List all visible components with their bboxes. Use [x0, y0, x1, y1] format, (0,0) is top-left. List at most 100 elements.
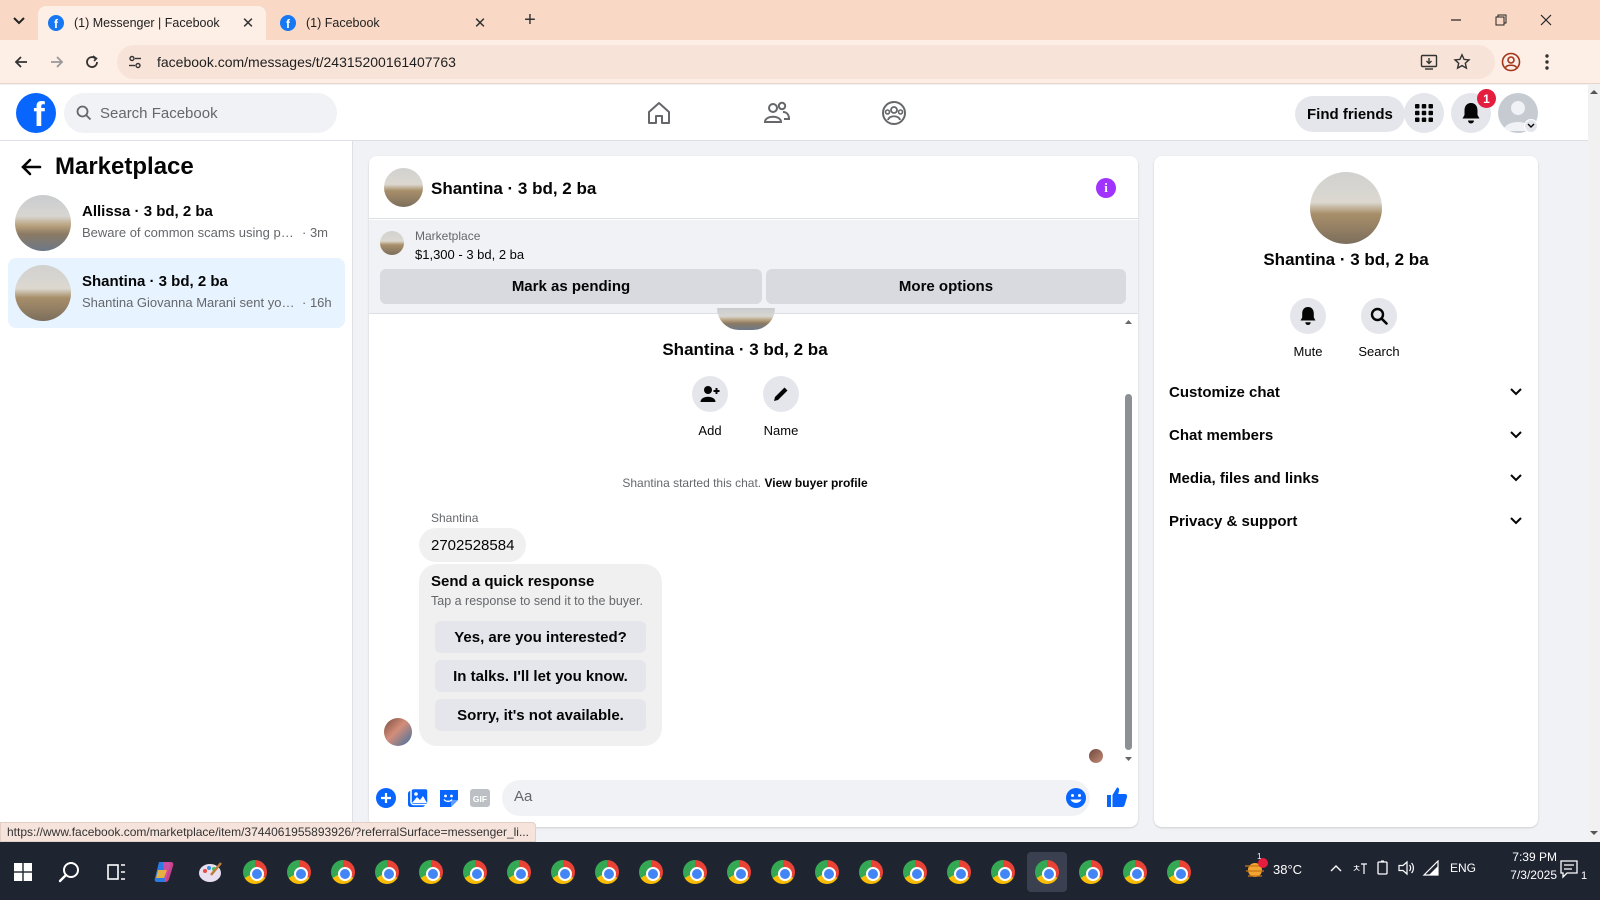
- bookmark-star-icon[interactable]: [1453, 53, 1471, 71]
- info-icon[interactable]: i: [1096, 178, 1116, 198]
- thumbs-up-icon[interactable]: [1105, 785, 1129, 809]
- chrome-taskbar-icon[interactable]: [279, 852, 319, 892]
- chrome-taskbar-icon[interactable]: [719, 852, 759, 892]
- listing-thumbnail[interactable]: [380, 231, 404, 255]
- chat-title[interactable]: Shantina · 3 bd, 2 ba: [431, 179, 596, 199]
- quick-response-option[interactable]: Yes, are you interested?: [435, 621, 646, 653]
- browser-tab-facebook[interactable]: f (1) Facebook ✕: [270, 6, 498, 40]
- photo-icon[interactable]: [407, 787, 429, 809]
- sender-avatar[interactable]: [384, 718, 412, 746]
- url-text[interactable]: facebook.com/messages/t/2431520016140776…: [157, 54, 456, 70]
- install-app-icon[interactable]: [1420, 53, 1438, 71]
- chrome-taskbar-icon[interactable]: [1115, 852, 1155, 892]
- reload-button[interactable]: [80, 50, 104, 74]
- friends-nav-icon[interactable]: [761, 97, 793, 129]
- address-bar[interactable]: facebook.com/messages/t/2431520016140776…: [117, 45, 1495, 79]
- close-tab-icon[interactable]: ✕: [472, 14, 488, 32]
- gif-icon[interactable]: GIF: [469, 787, 491, 809]
- tray-chevron-up-icon[interactable]: [1330, 864, 1342, 872]
- back-button[interactable]: [9, 50, 33, 74]
- home-nav-icon[interactable]: [643, 97, 675, 129]
- chrome-taskbar-icon[interactable]: [543, 852, 583, 892]
- chrome-taskbar-icon[interactable]: [807, 852, 847, 892]
- facebook-search-box[interactable]: [64, 93, 337, 133]
- chrome-taskbar-icon[interactable]: [455, 852, 495, 892]
- chrome-taskbar-icon[interactable]: [983, 852, 1023, 892]
- wifi-icon[interactable]: [1422, 860, 1440, 876]
- battery-icon[interactable]: [1375, 860, 1391, 876]
- find-friends-button[interactable]: Find friends: [1295, 96, 1405, 132]
- temperature-text[interactable]: 38°C: [1273, 862, 1302, 877]
- clock-time[interactable]: 7:39 PM: [1507, 850, 1557, 864]
- input-method-icon[interactable]: ㅊ: [1352, 860, 1368, 876]
- conversation-item[interactable]: Allissa · 3 bd, 2 ba Beware of common sc…: [8, 188, 345, 258]
- menu-grid-button[interactable]: [1404, 93, 1444, 133]
- privacy-support-section[interactable]: Privacy & support: [1162, 501, 1530, 541]
- more-options-button[interactable]: More options: [766, 269, 1126, 304]
- view-buyer-profile-link[interactable]: View buyer profile: [764, 476, 867, 490]
- taskbar-search-button[interactable]: [50, 852, 90, 892]
- search-conversation-button[interactable]: Search: [1349, 298, 1409, 359]
- weather-icon[interactable]: [1244, 858, 1268, 880]
- chrome-taskbar-icon[interactable]: [631, 852, 671, 892]
- facebook-logo[interactable]: f: [16, 93, 56, 133]
- volume-icon[interactable]: [1398, 860, 1416, 876]
- sticker-icon[interactable]: [438, 787, 460, 809]
- groups-nav-icon[interactable]: [878, 97, 910, 129]
- chrome-taskbar-icon[interactable]: [367, 852, 407, 892]
- language-indicator[interactable]: ENG: [1450, 861, 1476, 875]
- chrome-taskbar-icon[interactable]: [1071, 852, 1111, 892]
- mute-button[interactable]: Mute: [1278, 298, 1338, 359]
- message-input-wrapper[interactable]: [502, 780, 1090, 816]
- quick-response-option[interactable]: In talks. I'll let you know.: [435, 660, 646, 692]
- account-chevron[interactable]: [1524, 119, 1538, 133]
- minimize-button[interactable]: [1441, 8, 1471, 32]
- browser-menu-icon[interactable]: [1540, 52, 1554, 72]
- quick-response-option[interactable]: Sorry, it's not available.: [435, 699, 646, 731]
- emoji-icon[interactable]: [1065, 787, 1087, 809]
- notification-center-icon[interactable]: [1560, 860, 1582, 880]
- customize-chat-section[interactable]: Customize chat: [1162, 372, 1530, 412]
- chat-members-section[interactable]: Chat members: [1162, 415, 1530, 455]
- chrome-taskbar-icon[interactable]: [939, 852, 979, 892]
- chrome-taskbar-icon[interactable]: [1159, 852, 1199, 892]
- paint-app-button[interactable]: [190, 852, 230, 892]
- close-window-button[interactable]: [1531, 8, 1561, 32]
- chrome-taskbar-icon[interactable]: [235, 852, 275, 892]
- chrome-taskbar-icon[interactable]: [763, 852, 803, 892]
- listing-title[interactable]: $1,300 - 3 bd, 2 ba: [415, 247, 524, 262]
- site-info-icon[interactable]: [127, 54, 143, 70]
- tab-search-button[interactable]: [8, 10, 30, 32]
- chrome-taskbar-icon-active[interactable]: [1027, 852, 1067, 892]
- plus-circle-icon[interactable]: [375, 787, 397, 809]
- avatar[interactable]: [384, 168, 423, 207]
- page-scrollbar[interactable]: [1588, 85, 1600, 842]
- start-button[interactable]: [3, 852, 43, 892]
- media-files-links-section[interactable]: Media, files and links: [1162, 458, 1530, 498]
- forward-button[interactable]: [45, 50, 69, 74]
- new-tab-button[interactable]: +: [518, 9, 542, 33]
- clock-date[interactable]: 7/3/2025: [1497, 868, 1557, 882]
- task-view-button[interactable]: [97, 852, 137, 892]
- profile-icon[interactable]: [1501, 52, 1521, 72]
- scrollbar-thumb[interactable]: [1125, 394, 1132, 750]
- conversation-item-active[interactable]: Shantina · 3 bd, 2 ba Shantina Giovanna …: [8, 258, 345, 328]
- message-input[interactable]: [514, 788, 1054, 805]
- chrome-taskbar-icon[interactable]: [851, 852, 891, 892]
- search-input[interactable]: [100, 104, 320, 122]
- chrome-taskbar-icon[interactable]: [499, 852, 539, 892]
- restore-button[interactable]: [1486, 8, 1516, 32]
- chat-scrollbar[interactable]: [1121, 314, 1135, 769]
- edit-name-button[interactable]: Name: [761, 376, 801, 438]
- add-people-button[interactable]: Add: [690, 376, 730, 438]
- chrome-taskbar-icon[interactable]: [411, 852, 451, 892]
- chrome-taskbar-icon[interactable]: [323, 852, 363, 892]
- close-tab-icon[interactable]: ✕: [240, 14, 256, 32]
- chrome-taskbar-icon[interactable]: [587, 852, 627, 892]
- chrome-taskbar-icon[interactable]: [675, 852, 715, 892]
- message-bubble[interactable]: 2702528584: [419, 528, 527, 562]
- copilot-button[interactable]: [144, 852, 184, 892]
- mark-as-pending-button[interactable]: Mark as pending: [380, 269, 762, 304]
- back-arrow-icon[interactable]: [20, 157, 42, 177]
- browser-tab-messenger[interactable]: f (1) Messenger | Facebook ✕: [38, 6, 266, 40]
